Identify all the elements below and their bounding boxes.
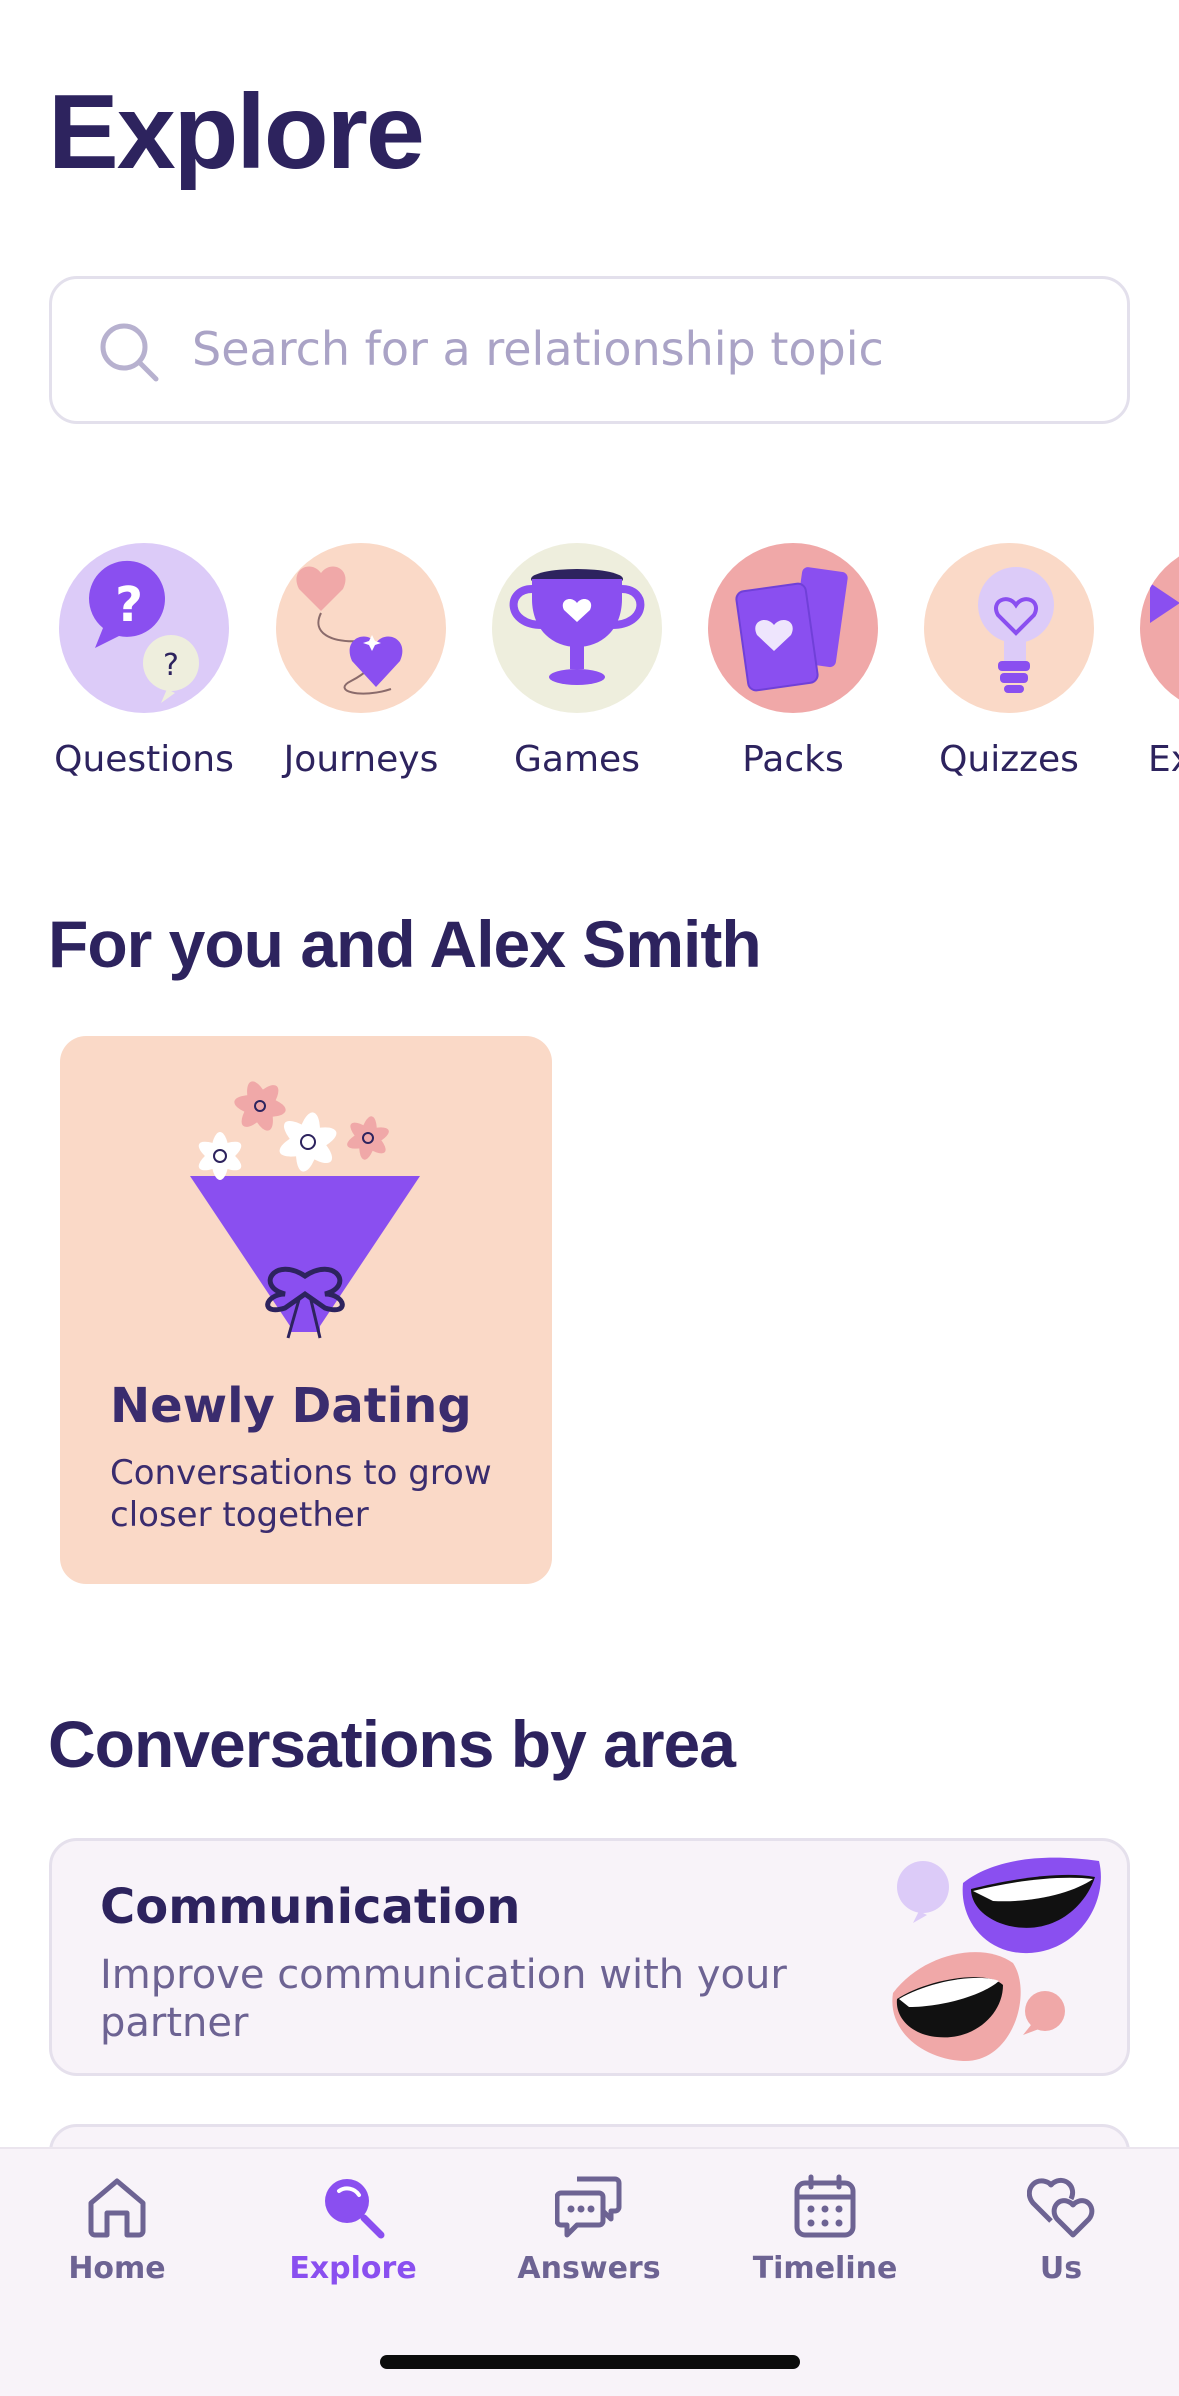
category-ex[interactable]: Ex [1130, 540, 1179, 790]
card-title: Newly Dating [110, 1378, 472, 1434]
search-input[interactable] [192, 309, 1092, 389]
area-card-communication[interactable]: Communication Improve communication with… [49, 1838, 1130, 2076]
category-label: Journeys [283, 739, 439, 780]
category-quizzes[interactable]: Quizzes [914, 540, 1104, 790]
page-title: Explore [48, 73, 425, 191]
category-games[interactable]: Games [482, 540, 672, 790]
for-you-title: For you and Alex Smith [48, 907, 762, 981]
home-indicator [380, 2355, 800, 2369]
category-label: Packs [742, 739, 844, 780]
two-hearts-icon [1027, 2177, 1095, 2238]
svg-text:?: ? [163, 648, 179, 683]
tab-explore[interactable]: Explore [253, 2173, 453, 2313]
tab-label: Timeline [752, 2251, 898, 2286]
hearts-path-icon [276, 543, 446, 713]
explore-search-icon [325, 2179, 385, 2239]
tab-us[interactable]: Us [961, 2173, 1161, 2313]
newly-dating-card[interactable]: Newly Dating Conversations to grow close… [60, 1036, 552, 1584]
tab-home[interactable]: Home [17, 2173, 217, 2313]
calendar-icon [794, 2174, 856, 2238]
svg-text:?: ? [115, 577, 143, 633]
card-subtitle: Conversations to grow closer together [110, 1453, 492, 1535]
category-label: Quizzes [939, 739, 1079, 780]
trophy-icon [492, 543, 662, 713]
lightbulb-icon [924, 543, 1094, 713]
tab-label: Answers [517, 2251, 661, 2286]
category-packs[interactable]: Packs [698, 540, 888, 790]
category-carousel[interactable]: ? ? Questions Journeys Games Packs Quizz… [0, 540, 1179, 800]
talking-mouths-icon [892, 1857, 1101, 2062]
card-pack-icon [708, 543, 878, 713]
area-description: Improve communication with your partner [100, 1952, 787, 2046]
tab-label: Home [68, 2251, 166, 2286]
partial-icon [1140, 543, 1179, 713]
chat-bubbles-icon [555, 2176, 622, 2238]
category-label: Questions [54, 739, 234, 780]
search-icon [100, 323, 159, 382]
tab-answers[interactable]: Answers [489, 2173, 689, 2313]
tab-timeline[interactable]: Timeline [725, 2173, 925, 2313]
tab-label: Explore [289, 2251, 417, 2286]
tab-label: Us [1039, 2251, 1083, 2286]
category-journeys[interactable]: Journeys [266, 540, 456, 790]
home-icon [88, 2178, 146, 2238]
search-bar[interactable] [49, 276, 1130, 424]
category-label: Ex [1148, 739, 1179, 780]
category-questions[interactable]: ? ? Questions [49, 540, 239, 790]
bouquet-icon [190, 1081, 420, 1339]
areas-title: Conversations by area [48, 1707, 736, 1781]
question-bubbles-icon: ? ? [59, 543, 229, 713]
category-label: Games [514, 739, 640, 780]
area-title: Communication [100, 1879, 521, 1935]
